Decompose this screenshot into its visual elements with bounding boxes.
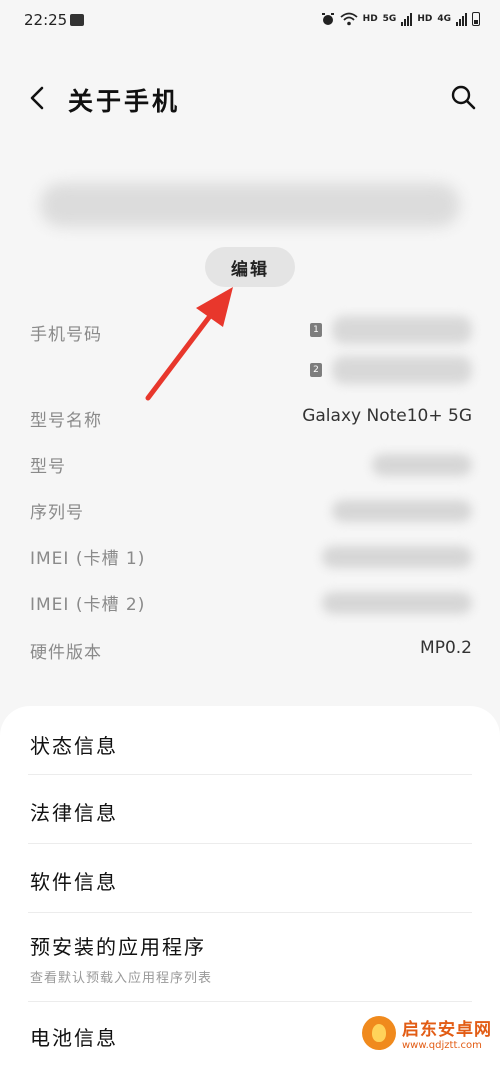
- sim1-badge: 1: [310, 323, 322, 337]
- phone-number-label: 手机号码: [30, 325, 102, 345]
- watermark-url: www.qdjztt.com: [402, 1040, 482, 1051]
- photo-icon: [70, 14, 84, 26]
- device-name-redacted: [40, 183, 460, 227]
- back-arrow-icon[interactable]: [22, 82, 54, 114]
- menu-item-status-info[interactable]: 状态信息: [0, 706, 500, 774]
- search-icon[interactable]: [448, 82, 478, 112]
- edit-button[interactable]: 编辑: [205, 247, 295, 287]
- sim1-number-redacted: [332, 316, 472, 344]
- serial-label: 序列号: [30, 503, 84, 523]
- network-4g-indicator: 4G: [437, 14, 451, 24]
- status-time: 22:25: [24, 11, 68, 29]
- menu-item-legal-info[interactable]: 法律信息: [0, 775, 500, 843]
- hardware-label: 硬件版本: [30, 643, 102, 663]
- menu-item-software-info[interactable]: 软件信息: [0, 844, 500, 912]
- model-row: 型号: [0, 452, 500, 482]
- menu-item-label: 法律信息: [30, 801, 118, 825]
- imei1-label: IMEI (卡槽 1): [30, 549, 146, 569]
- watermark-text: 启东安卓网 www.qdjztt.com: [402, 1015, 492, 1051]
- model-label: 型号: [30, 457, 66, 477]
- menu-item-label: 软件信息: [30, 870, 118, 894]
- menu-item-label: 电池信息: [30, 1026, 118, 1050]
- menu-item-label: 预安装的应用程序: [30, 935, 206, 959]
- watermark: 启东安卓网 www.qdjztt.com: [362, 1015, 492, 1051]
- header: 关于手机: [0, 70, 500, 130]
- sim2-badge: 2: [310, 363, 322, 377]
- status-indicators: HD 5G HD 4G: [321, 12, 480, 26]
- imei1-row: IMEI (卡槽 1): [0, 544, 500, 574]
- imei1-value-redacted: [322, 546, 472, 568]
- battery-icon: [472, 12, 480, 26]
- menu-item-subtitle: 查看默认预载入应用程序列表: [30, 971, 213, 986]
- menu-card: 状态信息 法律信息 软件信息 预安装的应用程序 查看默认预载入应用程序列表 电池…: [0, 706, 500, 1066]
- watermark-name: 启东安卓网: [402, 1020, 492, 1040]
- serial-row: 序列号: [0, 498, 500, 528]
- watermark-logo-icon: [362, 1016, 396, 1050]
- hardware-value: MP0.2: [420, 638, 472, 658]
- imei2-label: IMEI (卡槽 2): [30, 595, 146, 615]
- model-name-value: Galaxy Note10+ 5G: [302, 406, 472, 426]
- hd-indicator: HD: [362, 14, 378, 24]
- hd-indicator-2: HD: [417, 14, 433, 24]
- imei2-row: IMEI (卡槽 2): [0, 590, 500, 620]
- imei2-value-redacted: [322, 592, 472, 614]
- alarm-icon: [321, 13, 334, 25]
- signal-icon: [401, 12, 413, 26]
- signal-icon-2: [456, 12, 467, 26]
- serial-value-redacted: [332, 500, 472, 522]
- network-5g-indicator: 5G: [382, 14, 397, 24]
- status-bar: 22:25 HD 5G HD 4G: [0, 0, 500, 44]
- model-value-redacted: [372, 454, 472, 476]
- sim2-number-redacted: [332, 356, 472, 384]
- wifi-icon: [340, 12, 358, 26]
- menu-item-label: 状态信息: [30, 734, 118, 758]
- model-name-label: 型号名称: [30, 411, 102, 431]
- model-name-row: 型号名称 Galaxy Note10+ 5G: [0, 406, 500, 436]
- page-title: 关于手机: [68, 87, 181, 116]
- menu-item-preinstalled-apps[interactable]: 预安装的应用程序 查看默认预载入应用程序列表: [0, 913, 500, 1001]
- hardware-row: 硬件版本 MP0.2: [0, 638, 500, 668]
